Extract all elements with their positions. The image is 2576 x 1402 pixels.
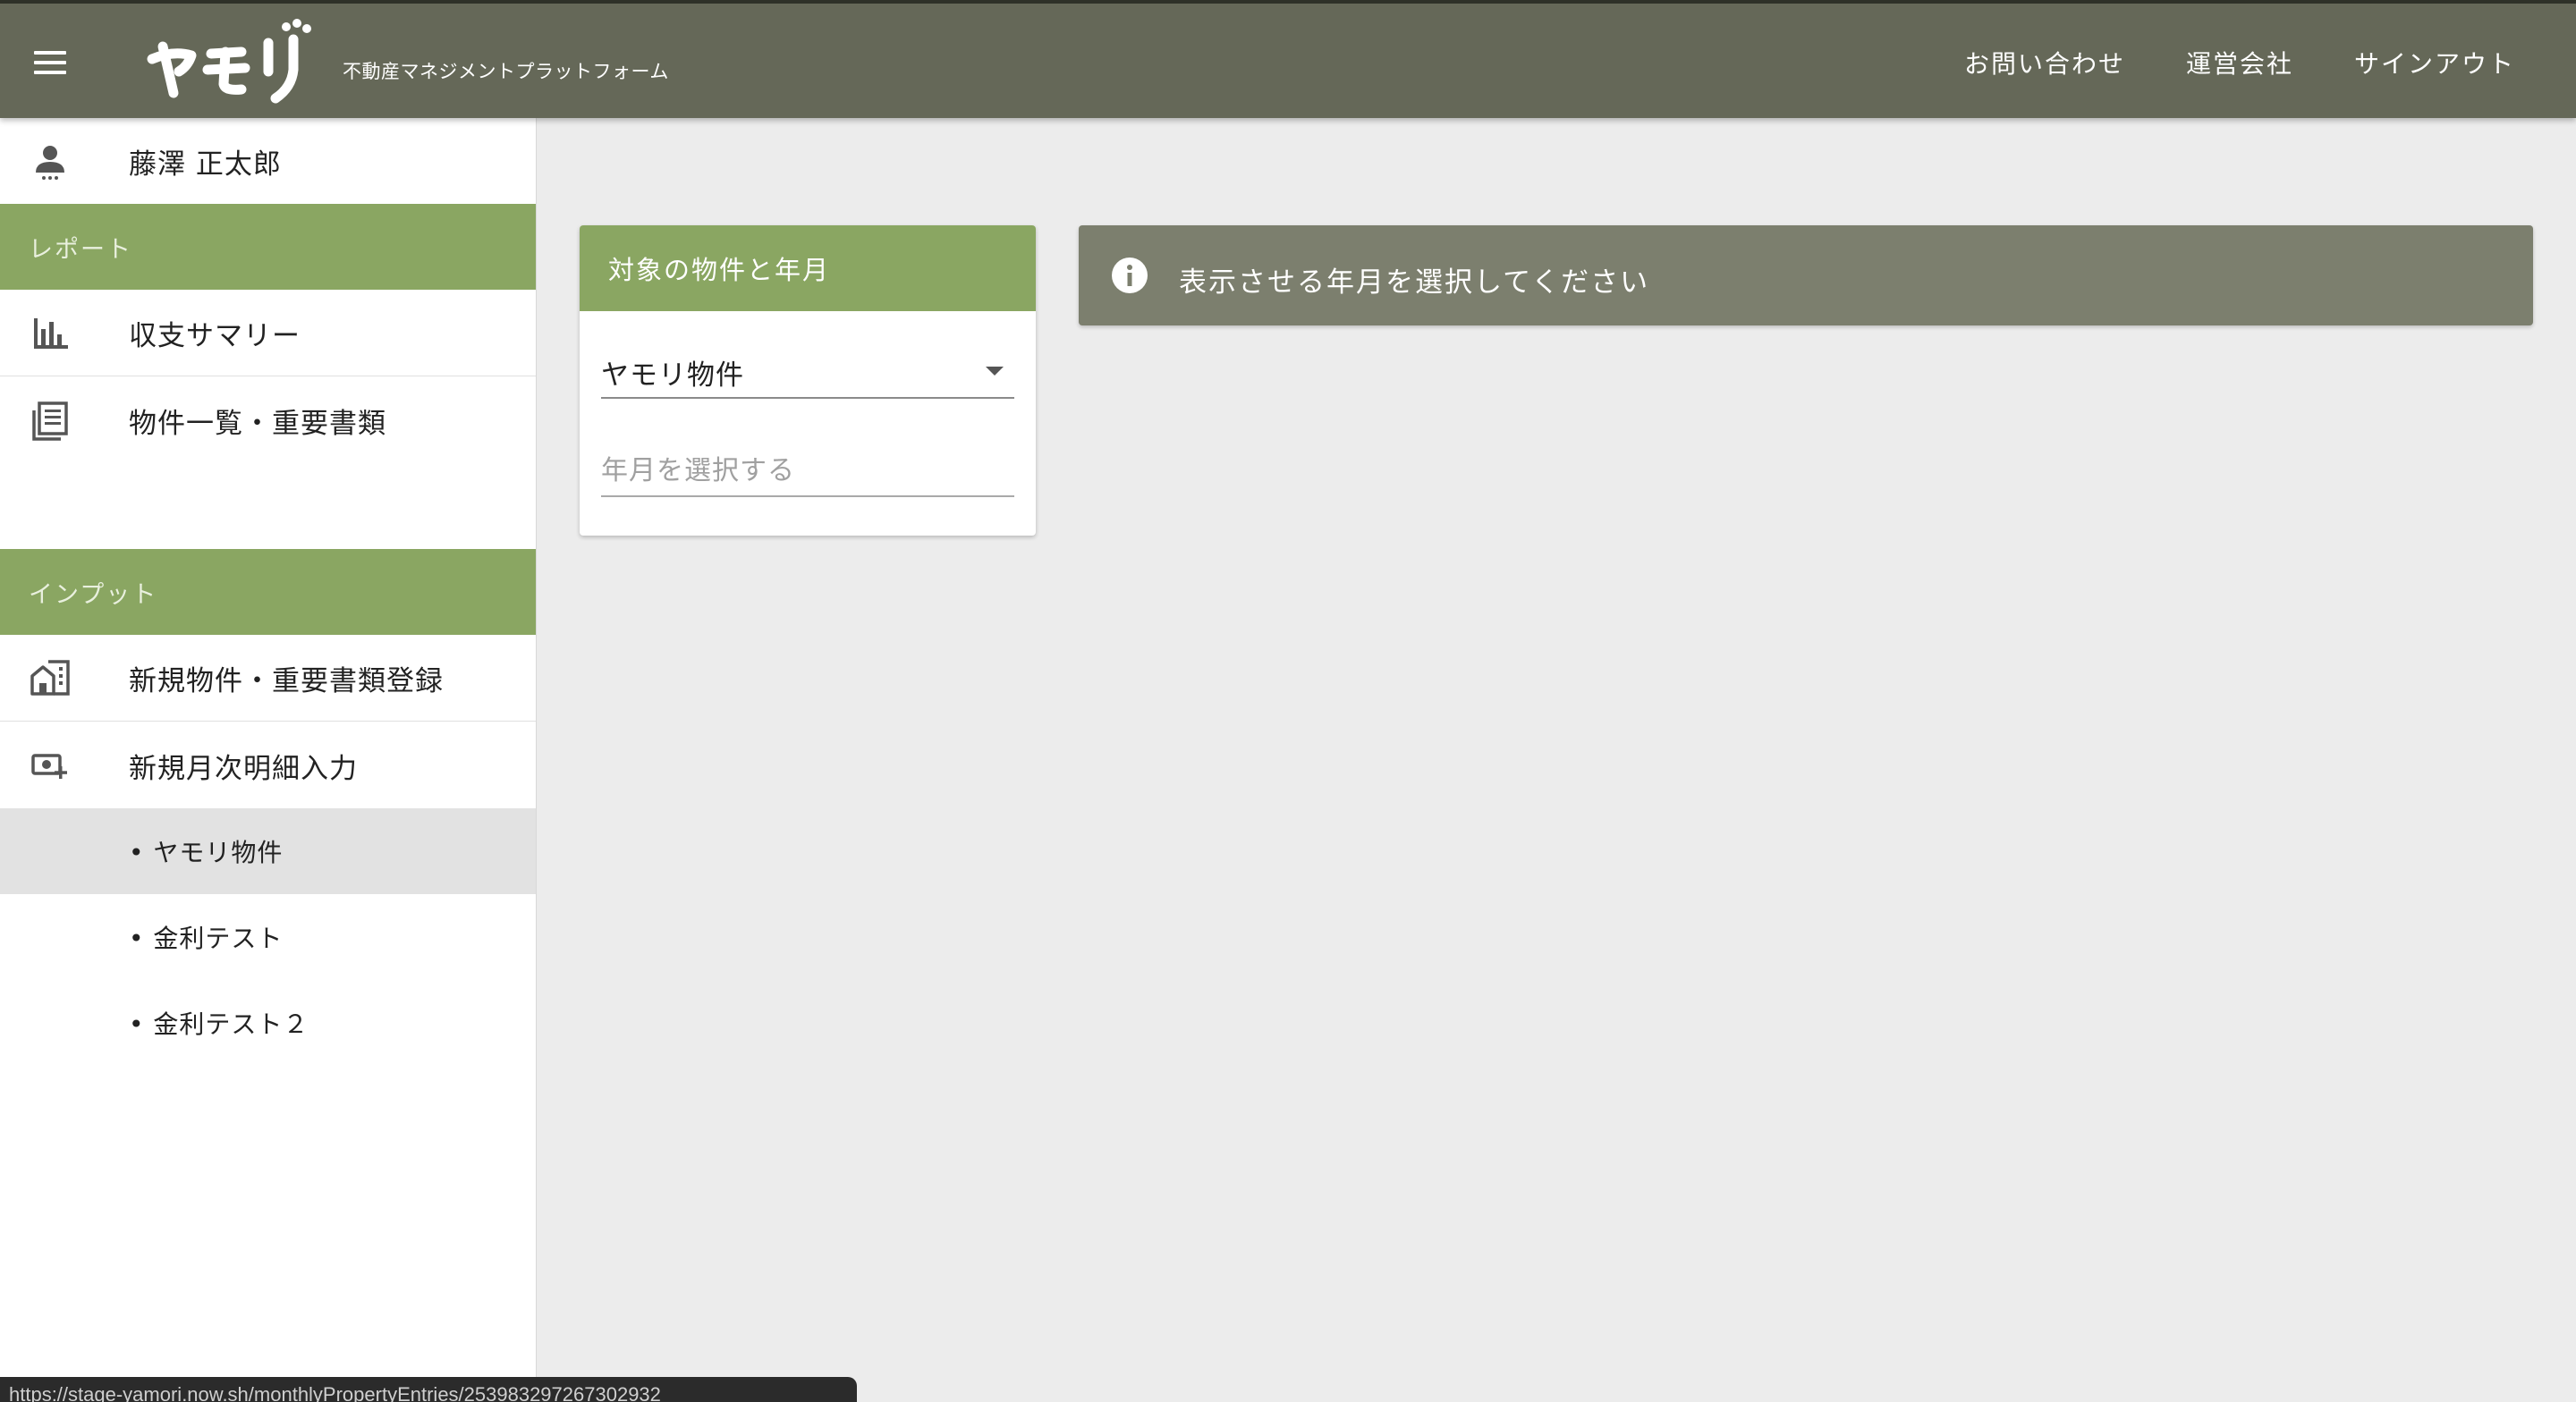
sidebar: 藤澤 正太郎 レポート 収支サマリー 物件一覧・重要書類 インプット 新規物件・… bbox=[0, 118, 537, 1402]
sidebar-subitem-label: • ヤモリ物件 bbox=[129, 838, 284, 867]
card-title: 対象の物件と年月 bbox=[580, 225, 1036, 311]
sidebar-item-new-monthly-entry[interactable]: 新規月次明細入力 bbox=[0, 722, 536, 809]
alert-message: 表示させる年月を選択してください bbox=[1179, 266, 1650, 299]
signout-link[interactable]: サインアウト bbox=[2354, 45, 2515, 80]
sidebar-item-income-summary[interactable]: 収支サマリー bbox=[0, 290, 536, 376]
sidebar-subitem-label: • 金利テスト bbox=[129, 924, 284, 953]
app-bar: 不動産マネジメントプラットフォーム お問い合わせ 運営会社 サインアウト bbox=[0, 0, 2576, 118]
sidebar-item-label: 新規月次明細入力 bbox=[129, 753, 358, 785]
document-list-icon bbox=[32, 401, 68, 441]
property-select-value: ヤモリ物件 bbox=[601, 359, 744, 392]
section-header-report: レポート bbox=[0, 204, 536, 290]
dropdown-arrow-icon bbox=[986, 367, 1004, 376]
target-selection-card: 対象の物件と年月 ヤモリ物件 bbox=[580, 225, 1036, 536]
hamburger-menu-icon[interactable] bbox=[27, 39, 73, 86]
property-select[interactable]: ヤモリ物件 bbox=[601, 342, 1014, 399]
sidebar-subitem-interest-test[interactable]: • 金利テスト bbox=[0, 894, 536, 980]
sidebar-subitem-label: • 金利テスト２ bbox=[129, 1009, 309, 1039]
sidebar-item-label: 物件一覧・重要書類 bbox=[129, 408, 386, 440]
sidebar-subitem-interest-test-2[interactable]: • 金利テスト２ bbox=[0, 980, 536, 1066]
sidebar-subitem-yamori-property[interactable]: • ヤモリ物件 bbox=[0, 808, 536, 894]
sidebar-user[interactable]: 藤澤 正太郎 bbox=[0, 118, 536, 205]
bar-chart-icon bbox=[34, 318, 68, 349]
person-icon bbox=[36, 145, 64, 180]
status-bar-url: https://stage-yamori.now.sh/monthlyPrope… bbox=[0, 1377, 857, 1402]
contact-link[interactable]: お問い合わせ bbox=[1964, 45, 2125, 80]
yamori-logo[interactable] bbox=[143, 16, 331, 106]
section-header-input: インプット bbox=[0, 549, 536, 635]
add-money-icon bbox=[31, 753, 67, 779]
sidebar-item-label: 新規物件・重要書類登録 bbox=[129, 664, 444, 697]
building-icon bbox=[30, 660, 70, 696]
month-picker-input[interactable] bbox=[601, 445, 1014, 497]
sidebar-item-property-list[interactable]: 物件一覧・重要書類 bbox=[0, 377, 536, 464]
user-name: 藤澤 正太郎 bbox=[129, 148, 282, 181]
info-alert: 表示させる年月を選択してください bbox=[1079, 225, 2533, 325]
sidebar-item-label: 収支サマリー bbox=[129, 319, 301, 352]
app-tagline: 不動産マネジメントプラットフォーム bbox=[343, 61, 669, 82]
sidebar-item-new-property[interactable]: 新規物件・重要書類登録 bbox=[0, 635, 536, 722]
company-link[interactable]: 運営会社 bbox=[2186, 45, 2293, 80]
info-icon bbox=[1112, 258, 1148, 293]
